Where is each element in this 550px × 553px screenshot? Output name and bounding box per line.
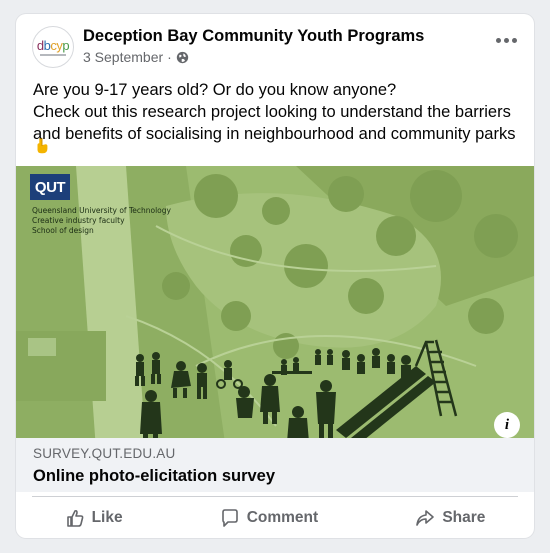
post-text-line: and benefits of socialising in neighbour… <box>33 125 516 143</box>
comment-button[interactable]: Comment <box>208 502 330 534</box>
comment-icon <box>221 509 238 527</box>
like-button[interactable]: Like <box>53 502 135 534</box>
post-header: dbcyp Deception Bay Community Youth Prog… <box>16 14 534 74</box>
post-date[interactable]: 3 September <box>83 49 163 65</box>
qut-caption-line: Queensland University of Technology <box>32 206 171 215</box>
backhand-index-pointing-down-icon <box>37 138 48 154</box>
qut-caption-line: School of design <box>32 226 94 235</box>
link-preview[interactable]: SURVEY.QUT.EDU.AU Online photo-elicitati… <box>16 438 534 492</box>
post-text: Are you 9-17 years old? Or do you know a… <box>33 79 528 145</box>
action-bar: Like Comment Share <box>16 500 534 536</box>
comment-label: Comment <box>246 509 319 526</box>
qut-caption: Queensland University of Technology Crea… <box>32 206 171 236</box>
actions-divider <box>32 496 518 497</box>
share-label: Share <box>442 509 486 526</box>
info-icon[interactable]: i <box>494 412 520 438</box>
avatar[interactable]: dbcyp <box>32 26 74 68</box>
post-card: dbcyp Deception Bay Community Youth Prog… <box>16 14 534 538</box>
share-button[interactable]: Share <box>403 502 497 534</box>
page-name[interactable]: Deception Bay Community Youth Programs <box>83 27 424 46</box>
like-label: Like <box>91 509 123 526</box>
avatar-logo-underline <box>40 53 66 56</box>
thumbs-up-icon <box>66 509 83 527</box>
more-options-icon[interactable] <box>496 36 518 44</box>
link-domain: SURVEY.QUT.EDU.AU <box>33 446 176 461</box>
globe-icon <box>176 51 189 63</box>
post-text-line: Check out this research project looking … <box>33 103 511 121</box>
link-title: Online photo-elicitation survey <box>33 467 276 485</box>
qut-caption-line: Creative industry faculty <box>32 216 125 225</box>
post-text-line: Are you 9-17 years old? Or do you know a… <box>33 81 397 99</box>
post-image[interactable]: QUT Queensland University of Technology … <box>16 166 534 450</box>
post-meta: 3 September · <box>83 49 189 65</box>
avatar-logo: dbcyp <box>36 37 70 53</box>
share-icon <box>416 510 435 526</box>
qut-logo: QUT <box>30 174 70 200</box>
meta-separator: · <box>167 49 172 65</box>
